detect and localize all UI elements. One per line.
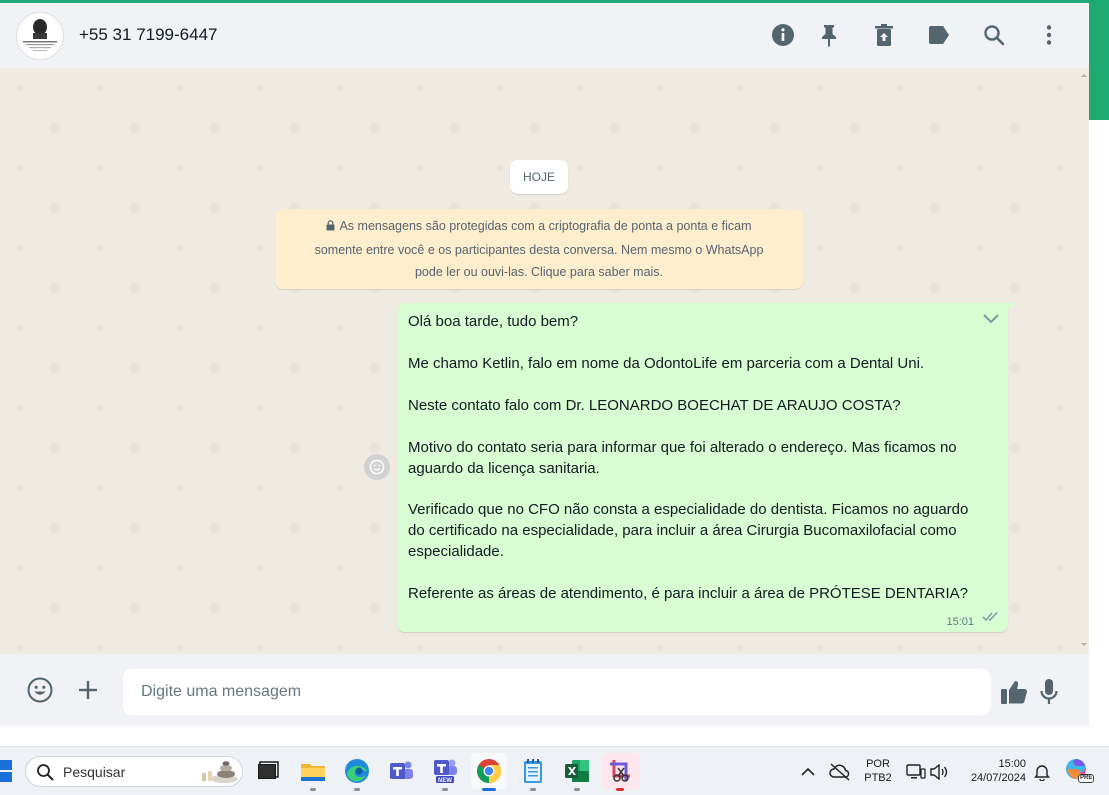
emoji-icon[interactable]	[26, 676, 54, 704]
contact-name[interactable]: +55 31 7199-6447	[79, 25, 218, 45]
message-line: Neste contato falo com Dr. LEONARDO BOEC…	[408, 397, 901, 414]
taskbar-teams-new-icon[interactable]: NEW	[427, 753, 463, 791]
copilot-icon[interactable]: PRE	[1064, 757, 1095, 785]
message-line: especialidade.	[408, 543, 504, 560]
taskbar-search[interactable]: Pesquisar	[25, 756, 243, 787]
attach-plus-icon[interactable]	[76, 678, 100, 702]
clock-date: 24/07/2024	[970, 772, 1026, 784]
emoji-reaction-button[interactable]	[364, 454, 390, 480]
active-indicator	[482, 788, 496, 791]
message-line: Verificado que no CFO não consta a espec…	[408, 501, 969, 518]
taskbar: Pesquisar NEW POR PTB2 15:00 24/07/2024 …	[0, 746, 1109, 795]
lock-icon	[326, 216, 335, 239]
date-divider: HOJE	[510, 160, 568, 194]
pin-icon[interactable]	[816, 22, 842, 48]
taskbar-search-label: Pesquisar	[63, 764, 126, 780]
windows-start-icon[interactable]	[0, 760, 12, 782]
search-icon[interactable]	[981, 22, 1007, 48]
running-indicator	[310, 788, 316, 791]
chevron-down-icon[interactable]	[982, 311, 1000, 329]
double-check-icon	[982, 609, 999, 627]
monitor-network-icon[interactable]	[905, 761, 927, 783]
conversation-panel[interactable]: HOJE As mensagens são protegidas com a c…	[0, 68, 1089, 654]
encryption-notice-line: somente entre você e os participantes de…	[314, 242, 764, 257]
message-time: 15:01	[946, 616, 974, 628]
menu-dots-icon[interactable]	[1036, 22, 1062, 48]
message-input[interactable]	[123, 669, 991, 715]
keyboard-layout: PTB2	[864, 772, 892, 784]
clock-time: 15:00	[998, 758, 1026, 770]
taskbar-excel-icon[interactable]	[559, 753, 595, 791]
thumbs-up-icon[interactable]	[999, 678, 1029, 706]
outgoing-message[interactable]: Olá boa tarde, tudo bem? Me chamo Ketlin…	[397, 303, 1008, 632]
message-line: Me chamo Ketlin, falo em nome da OdontoL…	[408, 355, 925, 372]
chevron-up-icon[interactable]	[798, 762, 818, 782]
message-line: do certificado na especialidade, para in…	[408, 522, 957, 539]
running-indicator	[574, 788, 580, 791]
running-indicator	[530, 788, 536, 791]
microphone-icon[interactable]	[1037, 677, 1061, 707]
taskbar-edge-icon[interactable]	[339, 753, 375, 791]
window-edge	[1089, 120, 1109, 746]
language-code: POR	[866, 758, 890, 770]
encryption-notice-line: pode ler ou ouvi-las. Clique para saber …	[414, 265, 664, 279]
window-accent-edge	[1089, 3, 1109, 120]
message-line: Olá boa tarde, tudo bem?	[408, 313, 579, 330]
notification-bell-icon[interactable]	[1032, 761, 1052, 783]
preview-badge: PRE	[1078, 774, 1095, 783]
volume-icon[interactable]	[928, 761, 950, 783]
message-line: Referente as áreas de atendimento, é par…	[408, 585, 969, 602]
delete-chat-icon[interactable]	[871, 22, 897, 48]
language-indicator[interactable]: POR PTB2	[860, 757, 896, 785]
search-highlight-icon	[196, 760, 240, 789]
message-line: Motivo do contato seria para informar qu…	[408, 439, 957, 456]
taskbar-desktop-icon[interactable]	[250, 753, 286, 789]
cloud-offline-icon[interactable]	[828, 761, 852, 783]
running-indicator	[616, 788, 624, 791]
taskbar-notepad-icon[interactable]	[515, 753, 551, 791]
contact-avatar[interactable]	[16, 12, 64, 60]
encryption-notice[interactable]: As mensagens são protegidas com a cripto…	[275, 209, 803, 289]
info-icon[interactable]	[770, 22, 796, 48]
taskbar-chrome-icon[interactable]	[471, 753, 507, 791]
search-icon	[36, 763, 54, 786]
chat-header: +55 31 7199-6447	[0, 3, 1089, 69]
label-icon[interactable]	[926, 22, 952, 48]
message-composer	[0, 654, 1089, 726]
svg-text:NEW: NEW	[438, 778, 452, 784]
taskbar-snipping-tool-icon[interactable]	[602, 753, 640, 791]
scrollbar[interactable]	[1081, 72, 1087, 648]
running-indicator	[354, 788, 360, 791]
whatsapp-window: +55 31 7199-6447 HOJE As mensagens são p…	[0, 3, 1089, 726]
message-line: aguardo da licença sanitaria.	[408, 460, 600, 477]
running-indicator	[442, 788, 448, 791]
taskbar-teams-icon[interactable]	[383, 753, 419, 789]
clock[interactable]: 15:00 24/07/2024	[960, 757, 1032, 785]
taskbar-file-explorer-icon[interactable]	[295, 753, 331, 791]
encryption-notice-line: As mensagens são protegidas com a cripto…	[275, 215, 803, 239]
